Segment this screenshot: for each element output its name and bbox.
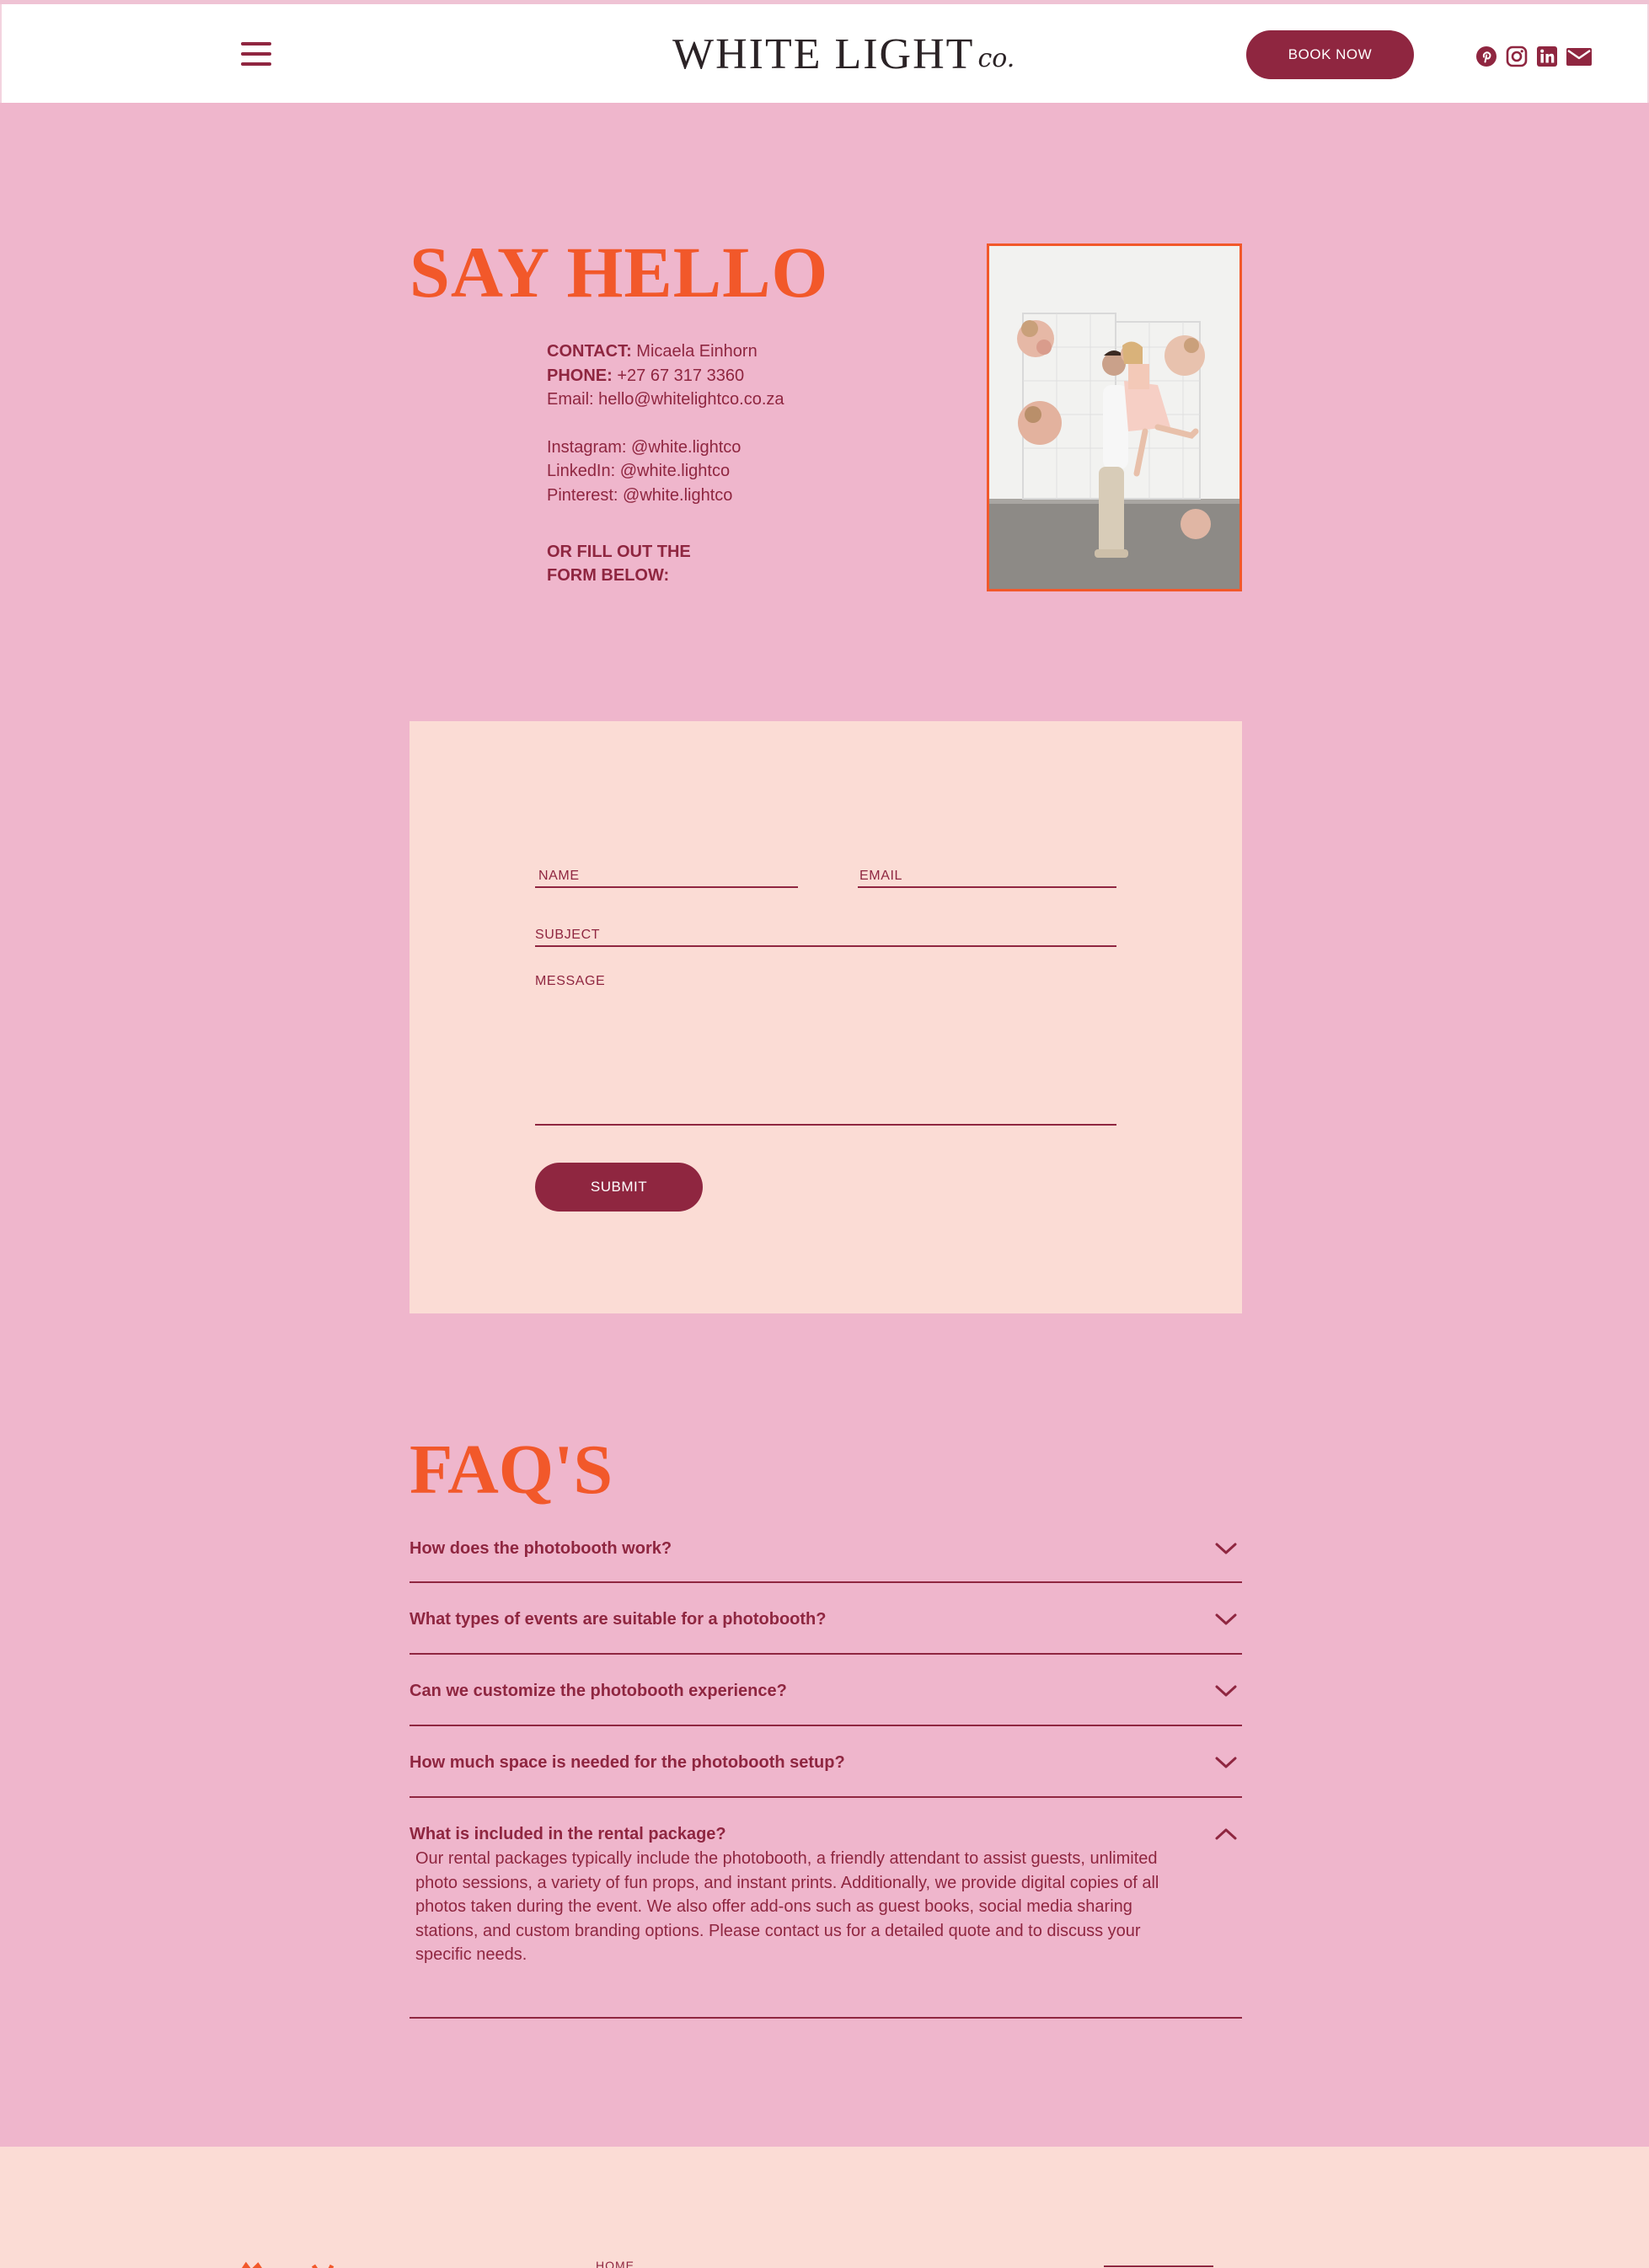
message-field[interactable]: MESSAGE	[535, 971, 1116, 1126]
phone-number[interactable]: +27 67 317 3360	[617, 366, 744, 385]
faq-item-space-needed[interactable]: How much space is needed for the photobo…	[410, 1726, 1242, 1798]
footer-logo[interactable]	[239, 2258, 349, 2268]
form-callout-line-1: OR FILL OUT THE	[547, 542, 691, 561]
chevron-up-icon[interactable]	[1215, 1827, 1237, 1841]
email-field[interactable]: EMAIL	[858, 863, 1116, 888]
mail-icon[interactable]	[1566, 45, 1593, 68]
social-links	[1475, 45, 1593, 68]
pinterest-icon[interactable]	[1475, 45, 1498, 68]
faq-item-customize[interactable]: Can we customize the photobooth experien…	[410, 1655, 1242, 1726]
faq-answer: Our rental packages typically include th…	[415, 1849, 1159, 1965]
footer-nav-home[interactable]: HOME	[596, 2259, 634, 2268]
faq-question: Can we customize the photobooth experien…	[410, 1682, 787, 1700]
site-footer: HOME	[0, 2147, 1649, 2268]
linkedin-link[interactable]: LinkedIn: @white.lightco	[547, 459, 784, 484]
contact-form: NAME EMAIL SUBJECT MESSAGE SUBMIT	[410, 721, 1242, 1313]
instagram-icon[interactable]	[1505, 45, 1529, 68]
book-now-button[interactable]: BOOK NOW	[1246, 30, 1414, 79]
logo-wordmark: WHITE LIGHT	[672, 30, 975, 78]
faq-question: What is included in the rental package?	[410, 1825, 726, 1843]
faq-question: How much space is needed for the photobo…	[410, 1753, 845, 1772]
say-hello-heading: SAY HELLO	[410, 232, 829, 313]
chevron-down-icon[interactable]	[1215, 1684, 1237, 1698]
faq-item-rental-package[interactable]: What is included in the rental package? …	[410, 1798, 1242, 2019]
contact-details: CONTACT: Micaela Einhorn PHONE: +27 67 3…	[547, 340, 784, 588]
chevron-down-icon[interactable]	[1215, 1756, 1237, 1769]
subject-label: SUBJECT	[535, 928, 601, 942]
chevron-down-icon[interactable]	[1215, 1542, 1237, 1555]
form-callout: OR FILL OUT THE FORM BELOW:	[547, 540, 784, 588]
contact-name: Micaela Einhorn	[636, 342, 758, 361]
faq-question: How does the photobooth work?	[410, 1539, 672, 1558]
faq-item-photobooth-work[interactable]: How does the photobooth work?	[410, 1533, 1242, 1583]
phone-label: PHONE:	[547, 366, 613, 385]
footer-ornament	[1104, 2265, 1213, 2267]
faq-question: What types of events are suitable for a …	[410, 1610, 827, 1629]
name-label: NAME	[538, 869, 580, 883]
logo-script: co.	[977, 44, 1015, 73]
phone-row: PHONE: +27 67 317 3360	[547, 364, 784, 388]
site-logo[interactable]: WHITE LIGHT co.	[672, 29, 1015, 80]
email-label: EMAIL	[859, 869, 903, 883]
message-label: MESSAGE	[535, 974, 606, 988]
hamburger-icon[interactable]	[241, 42, 271, 66]
site-header: WHITE LIGHT co. BOOK NOW	[0, 4, 1649, 103]
chevron-down-icon[interactable]	[1215, 1613, 1237, 1626]
faq-item-event-types[interactable]: What types of events are suitable for a …	[410, 1583, 1242, 1655]
faq-heading: FAQ'S	[410, 1431, 613, 1509]
contact-label: CONTACT:	[547, 342, 632, 361]
form-callout-line-2: FORM BELOW:	[547, 566, 670, 586]
instagram-link[interactable]: Instagram: @white.lightco	[547, 436, 784, 460]
couple-photo	[987, 243, 1242, 591]
linkedin-icon[interactable]	[1535, 45, 1559, 68]
email-link[interactable]: Email: hello@whitelightco.co.za	[547, 388, 784, 412]
subject-field[interactable]: SUBJECT	[535, 920, 1116, 947]
name-field[interactable]: NAME	[535, 863, 798, 888]
submit-button[interactable]: SUBMIT	[535, 1163, 703, 1212]
pinterest-link[interactable]: Pinterest: @white.lightco	[547, 484, 784, 508]
contact-row: CONTACT: Micaela Einhorn	[547, 340, 784, 364]
